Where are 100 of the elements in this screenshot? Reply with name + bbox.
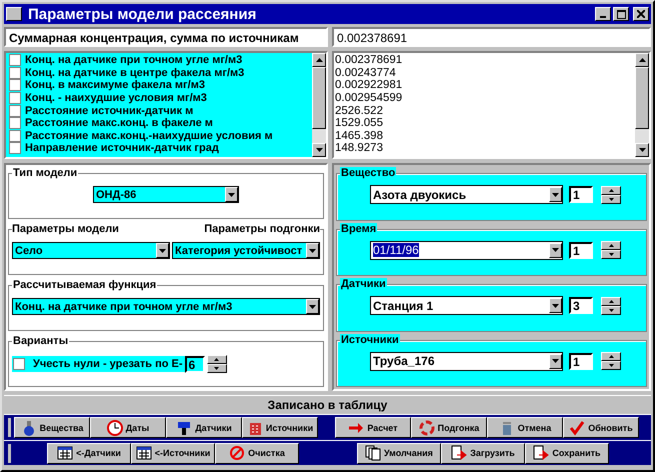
toolbar-button[interactable]: Даты xyxy=(90,417,166,438)
documents-icon xyxy=(365,445,382,461)
selector-dropdown[interactable]: Станция 1 xyxy=(370,296,563,315)
maximize-button[interactable] xyxy=(613,7,629,21)
up-arrow-icon xyxy=(638,58,646,62)
window-title: Параметры модели рассеяния xyxy=(28,6,258,22)
list-item-label[interactable]: Расстояние макс.конц. в факеле м xyxy=(25,117,213,130)
list-item-label[interactable]: Конц. в максимуме факела мг/м3 xyxy=(25,79,205,92)
scrollbar[interactable] xyxy=(635,53,649,157)
checkbox[interactable] xyxy=(13,358,25,370)
checkbox[interactable] xyxy=(9,54,21,66)
selector-dropdown[interactable]: Труба_176 xyxy=(370,352,563,370)
group-title: Рассчитываемая функция xyxy=(12,279,158,292)
up-arrow-icon xyxy=(316,58,322,62)
down-arrow-icon xyxy=(608,308,614,312)
calendar-icon xyxy=(136,445,152,461)
caret-icon xyxy=(552,359,559,363)
stamp-icon xyxy=(176,420,192,436)
down-arrow-icon xyxy=(608,364,614,367)
checkbox[interactable] xyxy=(9,79,21,92)
list-item-label[interactable]: Конц. на датчике в центре факела мг/м3 xyxy=(25,66,244,79)
checkbox[interactable] xyxy=(9,117,21,130)
count-field[interactable]: 1 xyxy=(569,242,593,258)
group-title: Время xyxy=(340,222,378,236)
scrollbar[interactable] xyxy=(312,53,326,157)
value-item[interactable]: 2526.522 xyxy=(334,104,635,117)
checkbox[interactable] xyxy=(9,104,21,117)
list-item-label[interactable]: Направление источник-датчик град xyxy=(25,142,219,154)
toolbar-button[interactable]: Расчет xyxy=(335,417,411,438)
document-arrow-icon xyxy=(451,445,468,461)
checkbox[interactable] xyxy=(9,92,21,104)
toolbar-button[interactable]: Датчики xyxy=(166,417,242,438)
spin-down-button[interactable] xyxy=(206,364,227,373)
spin-up-button[interactable] xyxy=(601,241,621,250)
list-item-label[interactable]: Конц. - наихудшие условия мг/м3 xyxy=(25,92,207,104)
spin-down-button[interactable] xyxy=(601,250,621,259)
document-arrow-icon xyxy=(533,445,550,461)
toolbar-button[interactable]: Очистка xyxy=(215,442,299,464)
count-field[interactable]: 1 xyxy=(569,186,593,203)
checkbox[interactable] xyxy=(9,130,21,142)
group-title: Источники xyxy=(340,334,400,346)
summary-value-field[interactable]: 0.002378691 xyxy=(332,27,651,47)
group-title: Варианты xyxy=(12,335,70,348)
caret-icon xyxy=(552,248,559,252)
selector-dropdown[interactable]: Азота двуокись xyxy=(370,185,563,204)
value-item[interactable]: 0.002954599 xyxy=(334,92,635,104)
close-icon xyxy=(637,10,645,18)
checkbox[interactable] xyxy=(9,66,21,79)
value-item[interactable]: 0.00243774 xyxy=(334,66,635,80)
minimize-button[interactable] xyxy=(595,7,611,21)
value-item[interactable]: 148.9273 xyxy=(334,142,635,155)
down-arrow-icon xyxy=(316,148,322,152)
check-mark-icon xyxy=(569,420,586,436)
up-arrow-icon xyxy=(608,188,614,192)
checkbox[interactable] xyxy=(9,142,21,154)
value-item[interactable]: 1529.055 xyxy=(334,116,635,130)
calendar-icon xyxy=(57,445,74,461)
group-title: Параметры модели xyxy=(12,223,119,236)
up-arrow-icon xyxy=(608,244,614,247)
toolbar-button[interactable]: Подгонка xyxy=(411,417,487,438)
toolbar-button[interactable]: <-Датчики xyxy=(47,442,131,464)
value-item[interactable]: 0.002378691 xyxy=(334,54,635,67)
toolbar-button[interactable]: Сохранить xyxy=(525,442,609,464)
toolbar-button[interactable]: Умолчания xyxy=(357,442,441,464)
up-arrow-icon xyxy=(214,358,220,361)
down-arrow-icon xyxy=(608,198,614,200)
value-item[interactable]: 0.002922981 xyxy=(334,79,635,92)
no-entry-icon xyxy=(229,445,246,461)
toolbar-button[interactable]: Источники xyxy=(242,417,318,438)
group-title: Вещество xyxy=(340,167,396,180)
fit-params-dropdown[interactable]: Категория устойчивост xyxy=(172,242,320,259)
toolbar-button[interactable]: Вещества xyxy=(14,417,90,438)
down-arrow-icon xyxy=(214,367,220,370)
list-item-label[interactable]: Расстояние макс.конц.-наихудшие условия м xyxy=(25,130,273,142)
toolbar-button[interactable]: <-Источники xyxy=(131,442,215,464)
count-field[interactable]: 1 xyxy=(569,352,593,370)
spin-down-button[interactable] xyxy=(601,361,621,370)
selector-dropdown[interactable]: 01/11/96 xyxy=(370,240,563,260)
model-type-dropdown[interactable]: ОНД-86 xyxy=(93,186,239,203)
spin-up-button[interactable] xyxy=(206,355,227,364)
function-dropdown[interactable]: Конц. на датчике при точном угле мг/м3 xyxy=(12,298,320,315)
list-item-label[interactable]: Расстояние источник-датчик м xyxy=(25,104,194,117)
system-menu-icon[interactable] xyxy=(6,7,22,21)
close-button[interactable] xyxy=(633,7,649,21)
summary-label: Суммарная концентрация, сумма по источникам xyxy=(4,27,328,47)
caret-icon xyxy=(159,248,166,252)
value-item[interactable]: 1465.398 xyxy=(334,130,635,142)
exponent-field[interactable]: 6 xyxy=(184,356,205,372)
up-arrow-icon xyxy=(608,300,614,302)
toolbar-button[interactable]: Загрузить xyxy=(441,442,525,464)
count-field[interactable]: 3 xyxy=(569,297,593,314)
spin-up-button[interactable] xyxy=(601,352,621,361)
caret-icon xyxy=(309,304,316,308)
spin-up-button[interactable] xyxy=(601,296,621,306)
list-item-label[interactable]: Конц. на датчике при точном угле мг/м3 xyxy=(25,54,242,66)
toolbar-button[interactable]: Отмена xyxy=(487,417,563,438)
clock-icon xyxy=(106,420,123,436)
model-params-dropdown[interactable]: Село xyxy=(12,242,170,259)
toolbar-button[interactable]: Обновить xyxy=(563,417,639,438)
spin-up-button[interactable] xyxy=(601,186,621,194)
